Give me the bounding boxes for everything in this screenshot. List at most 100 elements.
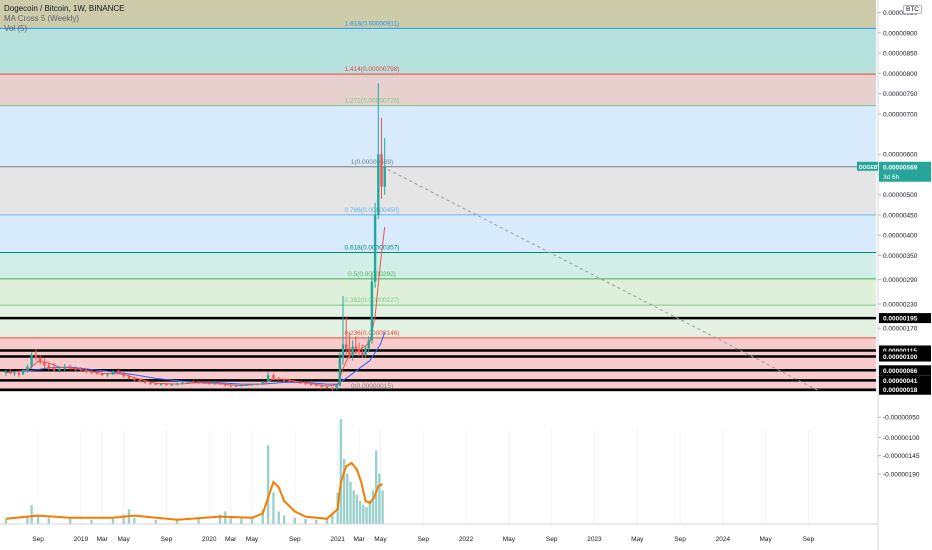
candle-body bbox=[122, 372, 125, 376]
candle-body bbox=[170, 384, 173, 386]
candle-body bbox=[240, 385, 243, 387]
time-tick-label: 2024 bbox=[716, 536, 731, 543]
candle-body bbox=[335, 385, 338, 389]
time-axis[interactable]: Sep 2019 Mar May Sep 2020 Mar May Sep 2021 Mar May S… bbox=[0, 523, 932, 550]
time-tick-label: May bbox=[631, 536, 644, 543]
price-tick-label: -0.00000100 bbox=[883, 435, 920, 442]
candle-body bbox=[331, 388, 334, 390]
fib-band bbox=[0, 305, 876, 338]
volume-bar bbox=[272, 492, 275, 524]
candle-body bbox=[138, 380, 141, 382]
candle-body bbox=[338, 358, 341, 386]
volume-bar bbox=[346, 473, 349, 524]
candle-body bbox=[21, 370, 25, 375]
price-tick-label: 0.00000750 bbox=[883, 91, 918, 98]
volume-bar bbox=[339, 419, 343, 524]
time-tick-label: 2023 bbox=[587, 536, 602, 543]
time-tick-label: May bbox=[503, 536, 516, 543]
chart-root: 1.618(0.00000911) 1.414(0.00000798) 1.272(… bbox=[0, 0, 932, 550]
volume-bar bbox=[282, 515, 286, 524]
candle-body bbox=[315, 384, 318, 386]
volume-bar bbox=[293, 517, 297, 524]
price-tick-label: -0.00000050 bbox=[883, 415, 920, 422]
volume-bar bbox=[36, 515, 40, 524]
time-tick-label: Mar bbox=[97, 536, 109, 543]
candle-body bbox=[361, 352, 364, 355]
candle-body bbox=[250, 384, 254, 386]
candle-body bbox=[341, 344, 345, 359]
volume-bar bbox=[266, 445, 270, 524]
candle-body bbox=[304, 383, 307, 385]
candle-body bbox=[9, 371, 12, 374]
fib-level-label: 1.272(0.00000720) bbox=[345, 98, 400, 105]
price-tick-label: 0.00000450 bbox=[883, 212, 918, 219]
candle-body bbox=[165, 384, 168, 386]
volume-bar bbox=[371, 490, 375, 524]
candle-body bbox=[354, 346, 358, 350]
candle-body bbox=[111, 371, 115, 375]
candle-body bbox=[159, 384, 163, 386]
candle-body bbox=[30, 354, 33, 367]
symbol-title: Dogecoin / Bitcoin, 1W, BINANCE bbox=[4, 4, 125, 13]
price-tick-label: 0.00000700 bbox=[883, 111, 918, 118]
volume-bar bbox=[352, 490, 355, 524]
candle-body bbox=[95, 372, 99, 374]
candle-body bbox=[43, 362, 46, 366]
price-tick-label: 0.00000400 bbox=[883, 233, 918, 240]
candle-body bbox=[106, 374, 109, 376]
candle-body bbox=[299, 382, 302, 384]
time-tick-label: 2022 bbox=[459, 536, 474, 543]
price-tick-label: -0.00000145 bbox=[883, 453, 920, 460]
volume-bar bbox=[349, 482, 352, 524]
indicator-ma-label[interactable]: MA Cross 5 (Weekly) bbox=[4, 14, 79, 24]
fib-band bbox=[0, 214, 876, 253]
fib-level-label: 0.786(0.00000450) bbox=[345, 207, 400, 214]
time-tick-label: Sep bbox=[674, 536, 686, 543]
volume-bar bbox=[133, 517, 136, 524]
candle-body bbox=[154, 383, 157, 385]
candle-body bbox=[213, 383, 216, 385]
fib-band bbox=[0, 0, 876, 29]
candle-body bbox=[68, 367, 72, 369]
candle-body bbox=[320, 385, 323, 387]
candle-body bbox=[17, 372, 20, 375]
time-tick-label: Sep bbox=[546, 536, 558, 543]
volume-bar bbox=[358, 500, 362, 524]
volume-bar bbox=[197, 518, 200, 524]
candle-body bbox=[52, 367, 56, 371]
price-axis-background bbox=[878, 0, 932, 550]
candle-body bbox=[34, 354, 38, 359]
price-tick-label: 0.00000290 bbox=[883, 277, 918, 284]
volume-bar bbox=[26, 517, 29, 524]
currency-badge[interactable]: BTC bbox=[903, 5, 922, 14]
volume-bar bbox=[229, 517, 232, 524]
time-tick-label: May bbox=[760, 536, 773, 543]
candle-body bbox=[58, 368, 61, 371]
volume-bar bbox=[368, 500, 371, 524]
candle-body bbox=[245, 384, 248, 386]
time-tick-label: Sep bbox=[803, 536, 815, 543]
volume-bar bbox=[90, 519, 93, 524]
level-tag-label: 0.00000018 bbox=[883, 387, 918, 394]
chart-canvas[interactable]: 1.618(0.00000911) 1.414(0.00000798) 1.272(… bbox=[0, 0, 932, 550]
candle-body bbox=[202, 382, 206, 384]
candle-body bbox=[364, 348, 367, 355]
price-axis[interactable]: 0.000009500.000009000.000008500.00000800… bbox=[877, 0, 932, 550]
fib-band bbox=[0, 105, 876, 167]
candle-body bbox=[63, 367, 66, 369]
candle-body bbox=[186, 381, 190, 383]
candle-body bbox=[208, 383, 211, 385]
volume-bar bbox=[304, 518, 307, 524]
candle-body bbox=[380, 154, 383, 187]
candle-body bbox=[192, 381, 195, 383]
candle-body bbox=[288, 380, 291, 382]
candle-body bbox=[224, 384, 227, 386]
level-tag-label: 0.00000066 bbox=[883, 368, 918, 375]
time-tick-label: Sep bbox=[161, 536, 173, 543]
volume-bar bbox=[154, 519, 157, 524]
candle-body bbox=[218, 383, 222, 385]
candle-body bbox=[351, 346, 354, 355]
indicator-volume-label[interactable]: Vol (5) bbox=[4, 24, 27, 34]
candle-body bbox=[127, 375, 131, 379]
fib-band bbox=[0, 28, 876, 75]
